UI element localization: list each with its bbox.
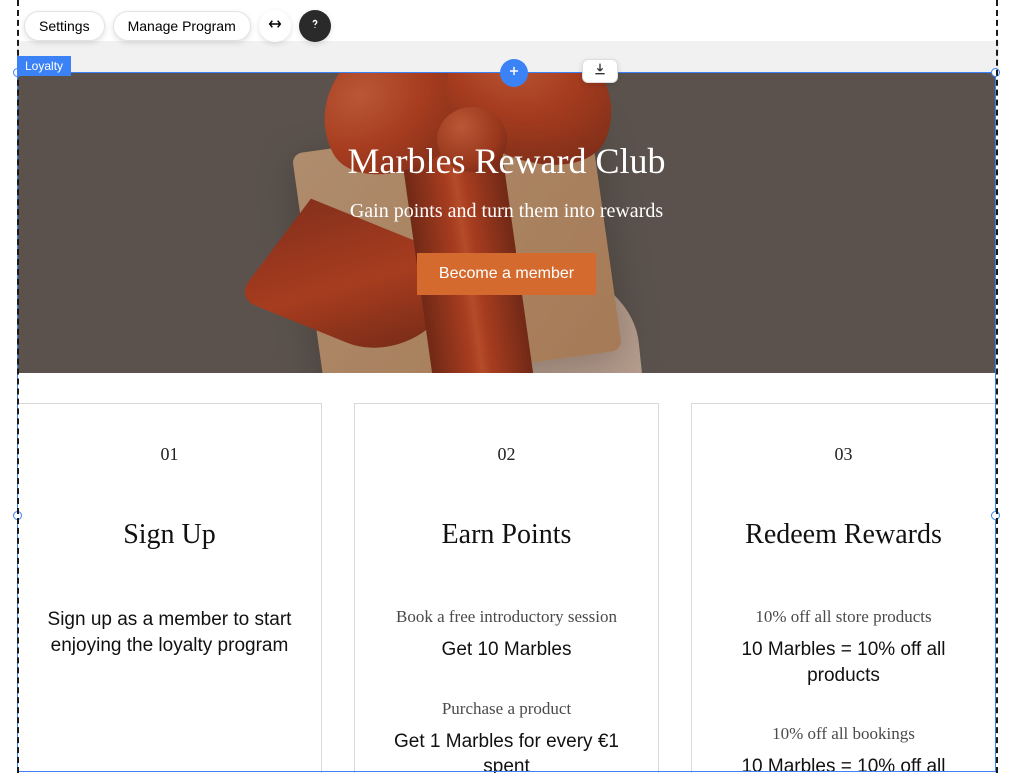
selection-label: Loyalty <box>17 56 71 76</box>
page-guide-right <box>996 0 998 773</box>
cards-row: 01 Sign Up Sign up as a member to start … <box>17 403 996 773</box>
editor-toolbar: Settings Manage Program <box>24 10 331 42</box>
card-earn-points[interactable]: 02 Earn Points Book a free introductory … <box>354 403 659 773</box>
settings-button[interactable]: Settings <box>24 11 105 41</box>
become-member-button[interactable]: Become a member <box>417 253 596 295</box>
card-title: Earn Points <box>383 519 630 551</box>
card-item-value: Get 1 Marbles for every €1 spent <box>383 729 630 773</box>
card-redeem-rewards[interactable]: 03 Redeem Rewards 10% off all store prod… <box>691 403 996 773</box>
card-number: 01 <box>46 444 293 465</box>
hero-subtitle[interactable]: Gain points and turn them into rewards <box>350 200 663 223</box>
card-item-lead: 10% off all store products <box>720 607 967 627</box>
plus-icon <box>507 64 521 83</box>
card-body: Sign up as a member to start enjoying th… <box>46 607 293 658</box>
page-guide-left <box>17 0 19 773</box>
download-icon <box>592 61 608 82</box>
add-section-button[interactable] <box>500 59 528 87</box>
stretch-button[interactable] <box>259 10 291 42</box>
stretch-icon <box>267 16 283 37</box>
card-item-value: Get 10 Marbles <box>383 637 630 663</box>
card-item-lead: Purchase a product <box>383 699 630 719</box>
card-number: 02 <box>383 444 630 465</box>
card-number: 03 <box>720 444 967 465</box>
card-item-lead: 10% off all bookings <box>720 724 967 744</box>
card-item-value: 10 Marbles = 10% off all products <box>720 754 967 773</box>
question-icon <box>308 17 322 36</box>
hero-section[interactable]: Marbles Reward Club Gain points and turn… <box>17 72 996 373</box>
card-item-value: 10 Marbles = 10% off all products <box>720 637 967 688</box>
hero-title[interactable]: Marbles Reward Club <box>348 140 666 182</box>
help-button[interactable] <box>299 10 331 42</box>
download-button[interactable] <box>582 59 618 83</box>
card-item-lead: Book a free introductory session <box>383 607 630 627</box>
card-signup[interactable]: 01 Sign Up Sign up as a member to start … <box>17 403 322 773</box>
manage-program-button[interactable]: Manage Program <box>113 11 251 41</box>
card-title: Redeem Rewards <box>720 519 967 551</box>
card-title: Sign Up <box>46 519 293 551</box>
